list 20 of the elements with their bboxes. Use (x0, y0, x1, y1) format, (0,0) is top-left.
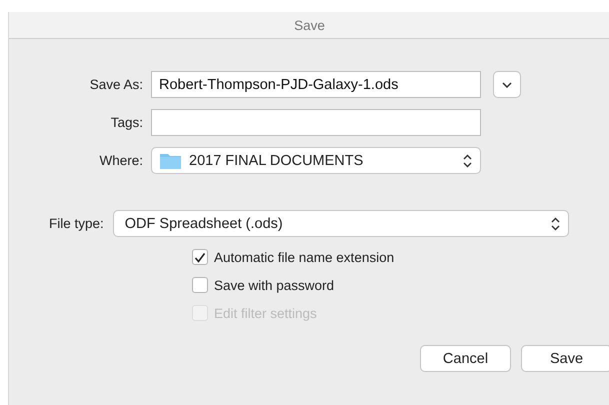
checkbox[interactable] (192, 277, 208, 293)
expand-button[interactable] (493, 71, 521, 98)
up-down-arrows-icon (550, 216, 560, 230)
field-label: Where: (99, 153, 143, 168)
field-label: File type: (49, 216, 104, 231)
chevron-icon (502, 82, 512, 88)
file-type-popup[interactable]: ODF Spreadsheet (.ods) (112, 210, 569, 237)
tags-field[interactable] (151, 109, 481, 136)
checkbox[interactable] (192, 249, 208, 265)
dialog-button[interactable]: Cancel (420, 345, 511, 372)
field-label: Save As: (90, 77, 143, 92)
checkbox-label: Save with password (214, 278, 334, 292)
up-down-arrows-icon (463, 154, 472, 168)
filename-field[interactable]: Robert-Thompson-PJD-Galaxy-1.ods (151, 71, 481, 98)
location-popup[interactable]: 2017 FINAL DOCUMENTS (151, 147, 481, 174)
folder-icon (160, 152, 181, 169)
window-title: Save (9, 12, 609, 39)
dialog-button[interactable]: Save (521, 345, 609, 372)
checkbox-label: Automatic file name extension (214, 250, 394, 264)
field-label: Tags: (110, 115, 143, 130)
